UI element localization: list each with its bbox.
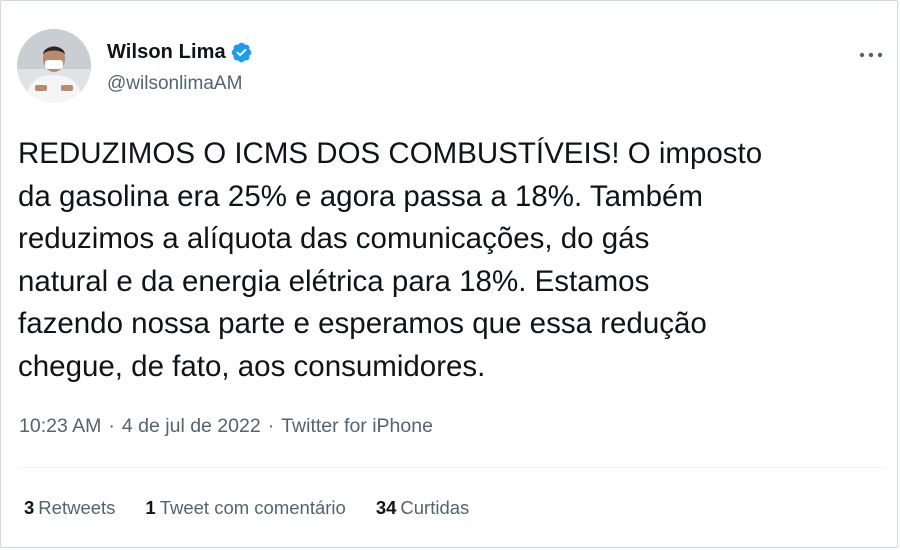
retweets-label: Retweets [38,497,116,518]
tweet-stats: 3 Retweets 1 Tweet com comentário 34 Cur… [24,497,469,519]
tweet-meta: 10:23 AM · 4 de jul de 2022 · Twitter fo… [19,415,433,438]
retweets-stat[interactable]: 3 Retweets [24,497,115,519]
display-name[interactable]: Wilson Lima [107,41,226,64]
retweets-count: 3 [24,497,35,518]
meta-separator: · [108,415,115,437]
user-handle[interactable]: @wilsonlimaAM [107,73,242,95]
profile-photo-icon [17,29,91,103]
tweet-card: Wilson Lima @wilsonlimaAM REDUZIMOS O IC… [0,0,898,548]
avatar[interactable] [17,29,91,103]
meta-separator: · [267,415,275,437]
likes-label: Curtidas [400,497,470,518]
tweet-time[interactable]: 10:23 AM [19,415,101,438]
quote-tweets-count: 1 [145,497,156,518]
quote-tweets-label: Tweet com comentário [159,497,346,518]
quote-tweets-stat[interactable]: 1 Tweet com comentário [145,497,345,519]
verified-badge-icon [230,41,253,64]
likes-stat[interactable]: 34 Curtidas [376,497,469,519]
tweet-date[interactable]: 4 de jul de 2022 [122,415,261,438]
tweet-source[interactable]: Twitter for iPhone [281,415,433,438]
tweet-text: REDUZIMOS O ICMS DOS COMBUSTÍVEIS! O imp… [18,137,763,383]
likes-count: 34 [375,497,397,518]
divider [19,467,885,468]
more-options-icon[interactable] [859,47,883,58]
